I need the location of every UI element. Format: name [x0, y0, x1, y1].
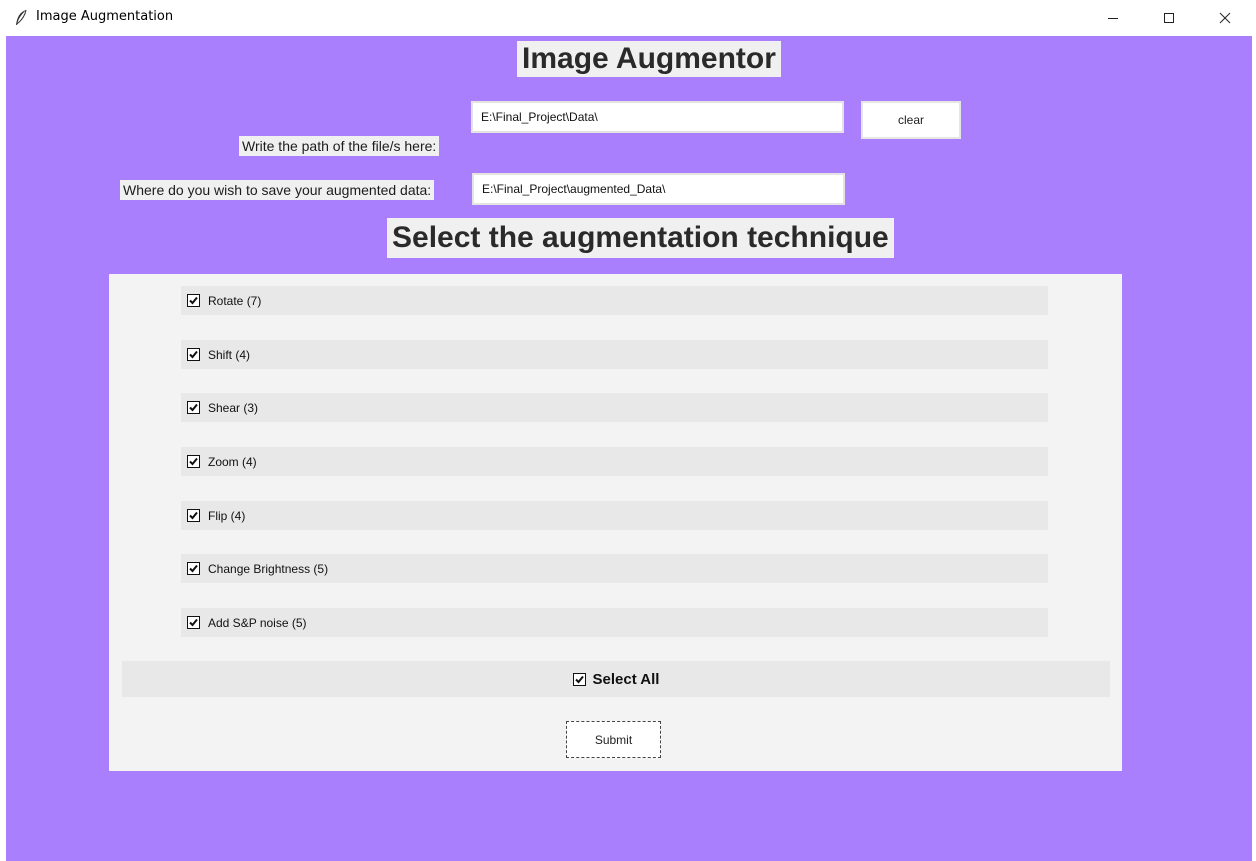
checkbox-checked-icon[interactable]: [187, 616, 200, 629]
option-zoom[interactable]: Zoom (4): [181, 447, 1048, 476]
app-window: Image Augmentation Image Augmentor Write…: [0, 0, 1256, 861]
option-label: Shear (3): [208, 400, 259, 415]
option-add-sp-noise[interactable]: Add S&P noise (5): [181, 608, 1048, 637]
checkbox-checked-icon[interactable]: [187, 562, 200, 575]
checkbox-checked-icon[interactable]: [187, 401, 200, 414]
maximize-button[interactable]: [1146, 0, 1192, 36]
select-all-row[interactable]: Select All: [122, 661, 1110, 697]
checkbox-checked-icon[interactable]: [572, 672, 586, 686]
main-content: Image Augmentor Write the path of the fi…: [6, 36, 1252, 861]
minimize-button[interactable]: [1090, 0, 1136, 36]
option-label: Shift (4): [208, 347, 251, 362]
option-label: Add S&P noise (5): [208, 615, 307, 630]
path-input[interactable]: [471, 101, 844, 133]
checkbox-checked-icon[interactable]: [187, 348, 200, 361]
option-label: Rotate (7): [208, 293, 262, 308]
option-label: Flip (4): [208, 508, 246, 523]
checkbox-checked-icon[interactable]: [187, 455, 200, 468]
option-label: Change Brightness (5): [208, 561, 329, 576]
option-shear[interactable]: Shear (3): [181, 393, 1048, 422]
checkbox-checked-icon[interactable]: [187, 509, 200, 522]
select-all-label: Select All: [592, 670, 660, 688]
close-icon: [1219, 9, 1231, 28]
close-button[interactable]: [1202, 0, 1248, 36]
option-shift[interactable]: Shift (4): [181, 340, 1048, 369]
minimize-icon: [1107, 9, 1119, 28]
option-label: Zoom (4): [208, 454, 257, 469]
page-title: Image Augmentor: [517, 41, 781, 77]
option-change-brightness[interactable]: Change Brightness (5): [181, 554, 1048, 583]
option-rotate[interactable]: Rotate (7): [181, 286, 1048, 315]
checkbox-checked-icon[interactable]: [187, 294, 200, 307]
technique-panel: Rotate (7) Shift (4) Shear (3) Zoom (4): [109, 274, 1122, 771]
save-path-input[interactable]: [472, 173, 845, 205]
path-label: Write the path of the file/s here:: [239, 136, 440, 156]
window-title: Image Augmentation: [36, 9, 174, 24]
technique-heading: Select the augmentation technique: [387, 218, 894, 258]
submit-button[interactable]: Submit: [566, 721, 661, 758]
save-path-label: Where do you wish to save your augmented…: [120, 180, 435, 200]
feather-icon: [14, 9, 28, 27]
clear-button[interactable]: clear: [861, 101, 961, 139]
option-flip[interactable]: Flip (4): [181, 501, 1048, 530]
title-bar: Image Augmentation: [0, 0, 1256, 36]
maximize-icon: [1163, 9, 1175, 28]
